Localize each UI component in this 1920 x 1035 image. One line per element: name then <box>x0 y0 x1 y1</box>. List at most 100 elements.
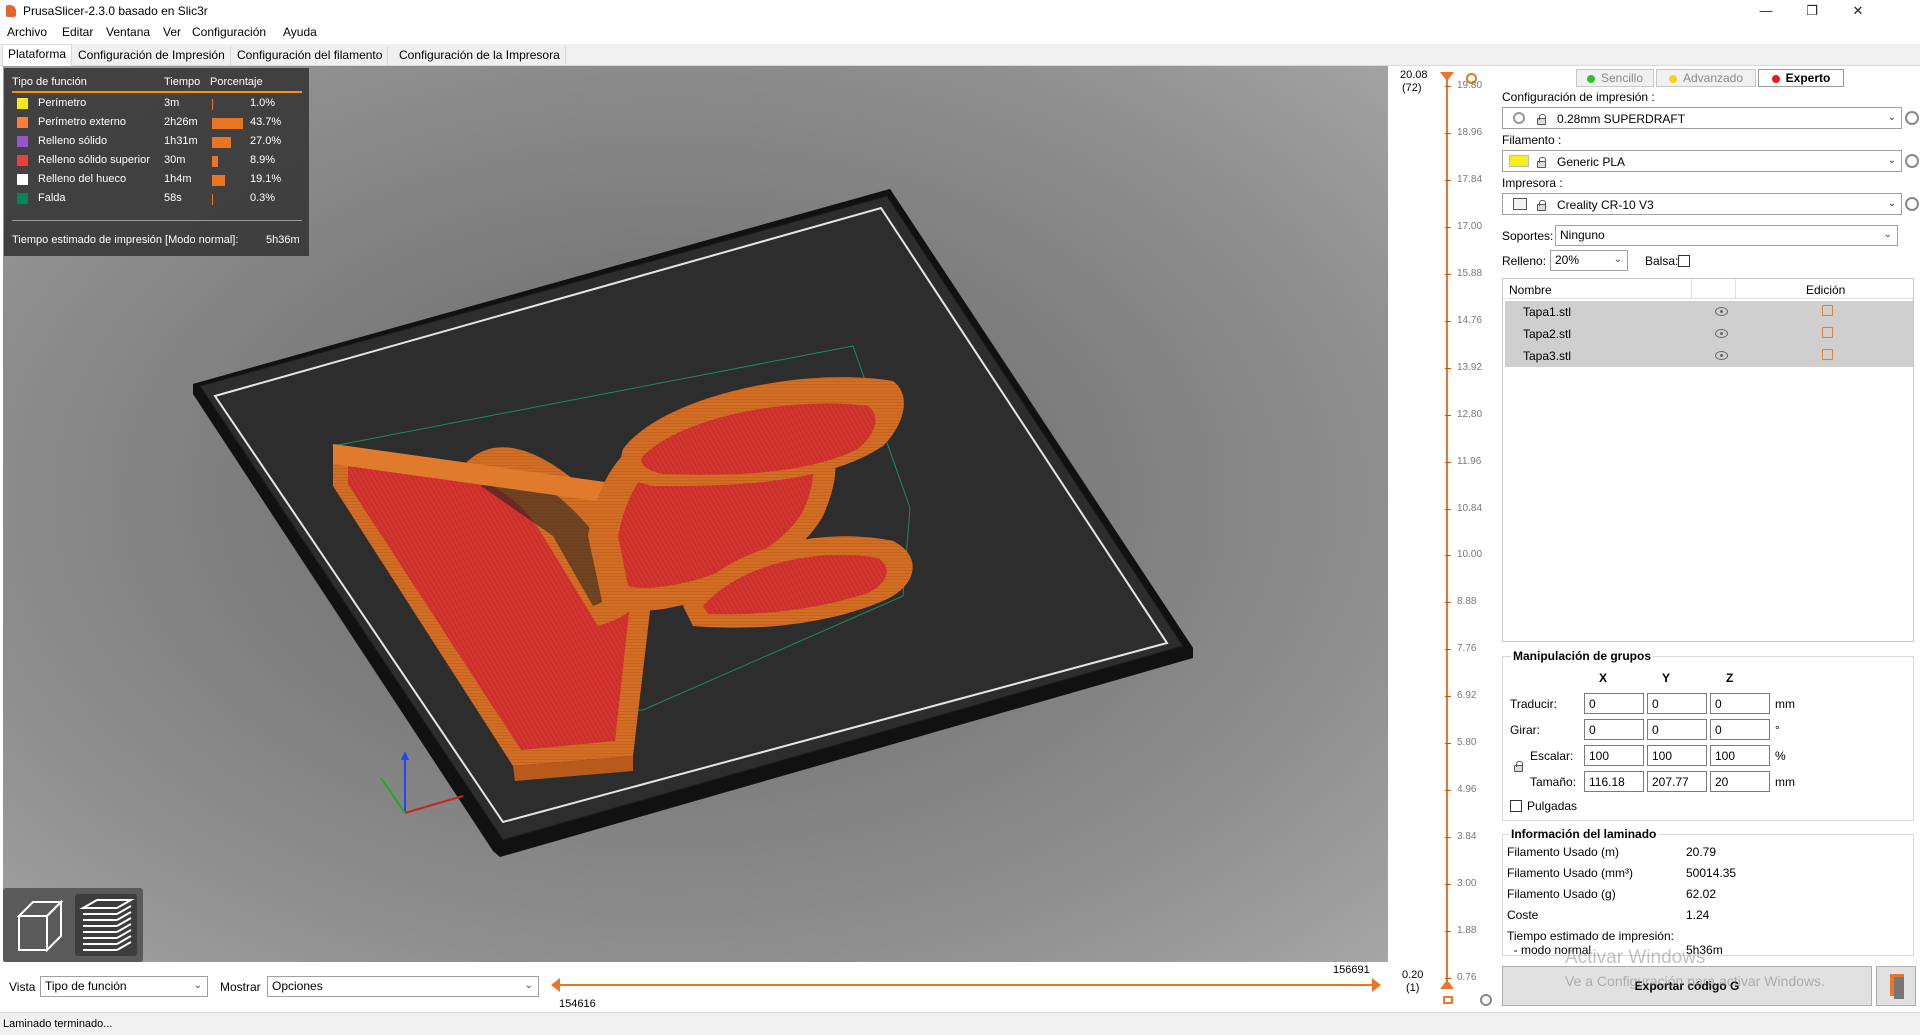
legend-name: Perímetro externo <box>38 116 127 128</box>
prusaslicer-window: PrusaSlicer-2.3.0 basado en Slic3r — ❐ ✕… <box>0 0 1920 1035</box>
legend-row[interactable]: Perímetro externo 2h26m 43.7% <box>14 115 304 131</box>
object-name: Tapa2.stl <box>1523 327 1572 341</box>
info-value: 20.79 <box>1686 845 1717 859</box>
eye-icon[interactable] <box>1715 307 1728 316</box>
raft-checkbox[interactable] <box>1678 255 1690 267</box>
layer-slider-top-thumb[interactable] <box>1440 72 1454 81</box>
info-label: Filamento Usado (mm³) <box>1507 866 1634 880</box>
layer-bottom-value: 0.20 <box>1402 969 1424 981</box>
legend-row[interactable]: Perímetro 3m 1.0% <box>14 96 304 112</box>
app-logo-icon <box>6 5 16 17</box>
info-value: 62.02 <box>1686 887 1717 901</box>
legend-time: 1h4m <box>164 173 192 185</box>
manip-title: Manipulación de grupos <box>1511 649 1654 663</box>
menu-archivo[interactable]: Archivo <box>7 25 47 39</box>
rotate-y-input[interactable] <box>1647 719 1707 740</box>
menu-ventana[interactable]: Ventana <box>106 25 150 39</box>
tab-printer-settings[interactable]: Configuración de la Impresora <box>394 46 566 66</box>
chevron-down-icon: ⌄ <box>1887 155 1896 166</box>
menu-ayuda[interactable]: Ayuda <box>283 25 317 39</box>
tab-filament-settings[interactable]: Configuración del filamento <box>232 46 389 66</box>
edit-icon[interactable] <box>1822 327 1833 338</box>
layer-tick-label: 6.92 <box>1457 690 1477 702</box>
print-preset-select[interactable]: 0.28mm SUPERDRAFT ⌄ <box>1502 107 1902 129</box>
gear-icon[interactable] <box>1905 197 1919 211</box>
move-slider-right-thumb[interactable] <box>1372 978 1381 992</box>
layer-tick-mark <box>1445 179 1451 181</box>
info-value: 50014.35 <box>1686 866 1737 880</box>
translate-y-input[interactable] <box>1647 693 1707 714</box>
printer-preset-select[interactable]: Creality CR-10 V3 ⌄ <box>1502 193 1902 215</box>
translate-z-input[interactable] <box>1710 693 1770 714</box>
menu-configuracion[interactable]: Configuración <box>192 25 266 39</box>
eye-icon[interactable] <box>1715 329 1728 338</box>
infill-select[interactable]: 20% ⌄ <box>1550 250 1628 271</box>
legend-row[interactable]: Relleno sólido superior 30m 8.9% <box>14 153 304 169</box>
legend-row[interactable]: Falda 58s 0.3% <box>14 191 304 207</box>
layer-tick-mark <box>1445 555 1451 557</box>
gear-icon[interactable] <box>1905 111 1919 125</box>
layer-slider-bottom-thumb[interactable] <box>1440 980 1454 989</box>
scale-z-input[interactable] <box>1710 745 1770 766</box>
settings-gear-icon[interactable] <box>1480 994 1492 1006</box>
layer-tick-mark <box>1445 931 1451 933</box>
legend-row[interactable]: Relleno sólido 1h31m 27.0% <box>14 134 304 150</box>
edit-icon[interactable] <box>1822 349 1833 360</box>
view-3d-button[interactable] <box>9 894 71 956</box>
gear-icon[interactable] <box>1905 154 1919 168</box>
layer-tick-label: 11.96 <box>1457 455 1482 467</box>
size-z-input[interactable] <box>1710 771 1770 792</box>
rotate-x-input[interactable] <box>1584 719 1644 740</box>
lock-icon <box>1537 200 1546 211</box>
lock-icon[interactable] <box>1443 996 1453 1004</box>
column-name: Nombre <box>1509 283 1552 297</box>
layer-tick-label: 10.84 <box>1457 502 1483 514</box>
show-options-select[interactable]: Opciones ⌄ <box>267 976 539 997</box>
layer-tick-mark <box>1445 461 1451 463</box>
eye-icon[interactable] <box>1715 351 1728 360</box>
view-preview-button[interactable] <box>75 894 137 956</box>
maximize-button[interactable]: ❐ <box>1789 0 1835 22</box>
menu-ver[interactable]: Ver <box>163 25 181 39</box>
size-y-input[interactable] <box>1647 771 1707 792</box>
minimize-button[interactable]: — <box>1743 0 1789 22</box>
filament-preset-select[interactable]: Generic PLA ⌄ <box>1502 150 1902 172</box>
legend-row[interactable]: Relleno del hueco 1h4m 19.1% <box>14 172 304 188</box>
filament-preset-value: Generic PLA <box>1557 155 1626 169</box>
supports-select[interactable]: Ninguno ⌄ <box>1555 225 1898 246</box>
layer-top-index: (72) <box>1402 82 1422 94</box>
scale-x-input[interactable] <box>1584 745 1644 766</box>
size-x-input[interactable] <box>1584 771 1644 792</box>
legend-header-time: Tiempo <box>164 76 201 88</box>
layer-slider-track[interactable] <box>1446 78 1448 988</box>
legend-total-value: 5h36m <box>266 234 300 246</box>
layer-tick-mark <box>1445 602 1451 604</box>
mode-expert-button[interactable]: Experto <box>1758 69 1844 87</box>
mode-advanced-button[interactable]: Advanzado <box>1656 69 1756 87</box>
layer-tick-label: 8.88 <box>1457 596 1477 608</box>
rotate-z-input[interactable] <box>1710 719 1770 740</box>
scale-y-input[interactable] <box>1647 745 1707 766</box>
mode-simple-button[interactable]: Sencillo <box>1576 69 1654 87</box>
feature-legend: Tipo de función Tiempo Porcentaje Períme… <box>4 68 309 256</box>
close-button[interactable]: ✕ <box>1835 0 1881 22</box>
move-slider-left-thumb[interactable] <box>551 978 560 992</box>
translate-x-input[interactable] <box>1584 693 1644 714</box>
list-item[interactable]: Tapa1.stl <box>1505 301 1913 323</box>
activation-watermark-subtitle: Ve a Configuración para activar Windows. <box>1565 973 1825 989</box>
title-bar: PrusaSlicer-2.3.0 basado en Slic3r — ❐ ✕ <box>0 0 1920 22</box>
tab-plataforma[interactable]: Plataforma <box>2 44 73 67</box>
send-to-printer-button[interactable] <box>1876 966 1916 1006</box>
view-type-select[interactable]: Tipo de función ⌄ <box>40 976 208 997</box>
list-item[interactable]: Tapa2.stl <box>1505 323 1913 345</box>
list-item[interactable]: Tapa3.stl <box>1505 345 1913 367</box>
right-sidebar: Sencillo Advanzado Experto Configuración… <box>1500 66 1920 1012</box>
info-value: 1.24 <box>1686 908 1710 922</box>
inches-checkbox[interactable] <box>1510 800 1522 812</box>
move-slider-track[interactable] <box>557 984 1377 986</box>
menu-editar[interactable]: Editar <box>62 25 93 39</box>
scale-lock-icon[interactable] <box>1514 761 1523 772</box>
filament-label: Filamento : <box>1502 133 1562 147</box>
edit-icon[interactable] <box>1822 305 1833 316</box>
tab-print-settings[interactable]: Configuración de Impresión <box>73 46 231 66</box>
